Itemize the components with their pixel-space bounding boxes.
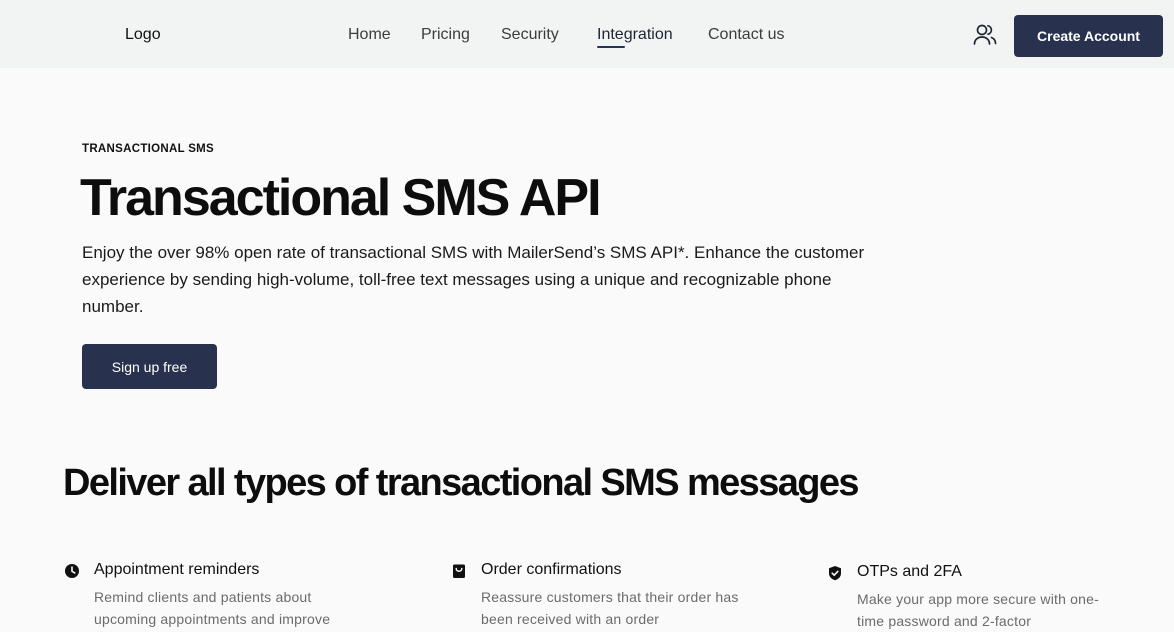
nav-link-security[interactable]: Security <box>501 26 559 44</box>
hero-title: Transactional SMS API <box>80 169 602 227</box>
feature-title: OTPs and 2FA <box>857 563 962 580</box>
create-account-button[interactable]: Create Account <box>1014 15 1163 57</box>
top-navigation: Logo Home Pricing Security Integration C… <box>0 0 1174 68</box>
feature-description: Make your app more secure with one-time … <box>857 591 1099 629</box>
shopping-bag-icon <box>451 563 467 579</box>
nav-link-contact[interactable]: Contact us <box>708 26 784 44</box>
nav-link-integration[interactable]: Integration <box>597 26 673 48</box>
section-title: Deliver all types of transactional SMS m… <box>63 462 860 504</box>
feature-description: Remind clients and patients about upcomi… <box>94 589 331 627</box>
shield-check-icon <box>827 565 843 581</box>
nav-link-integration-label: Integration <box>597 26 673 43</box>
nav-link-pricing[interactable]: Pricing <box>421 26 470 44</box>
users-icon[interactable] <box>972 22 998 48</box>
hero-description: Enjoy the over 98% open rate of transact… <box>82 243 865 316</box>
feature-title: Order confirmations <box>481 561 622 578</box>
logo[interactable]: Logo <box>125 26 161 44</box>
active-nav-indicator <box>597 46 625 48</box>
feature-description: Reassure customers that their order has … <box>481 589 739 627</box>
sign-up-free-button[interactable]: Sign up free <box>82 344 217 389</box>
nav-link-home[interactable]: Home <box>348 26 391 44</box>
clock-icon <box>64 563 80 579</box>
feature-title: Appointment reminders <box>94 561 260 578</box>
hero-eyebrow: TRANSACTIONAL SMS <box>82 143 215 155</box>
